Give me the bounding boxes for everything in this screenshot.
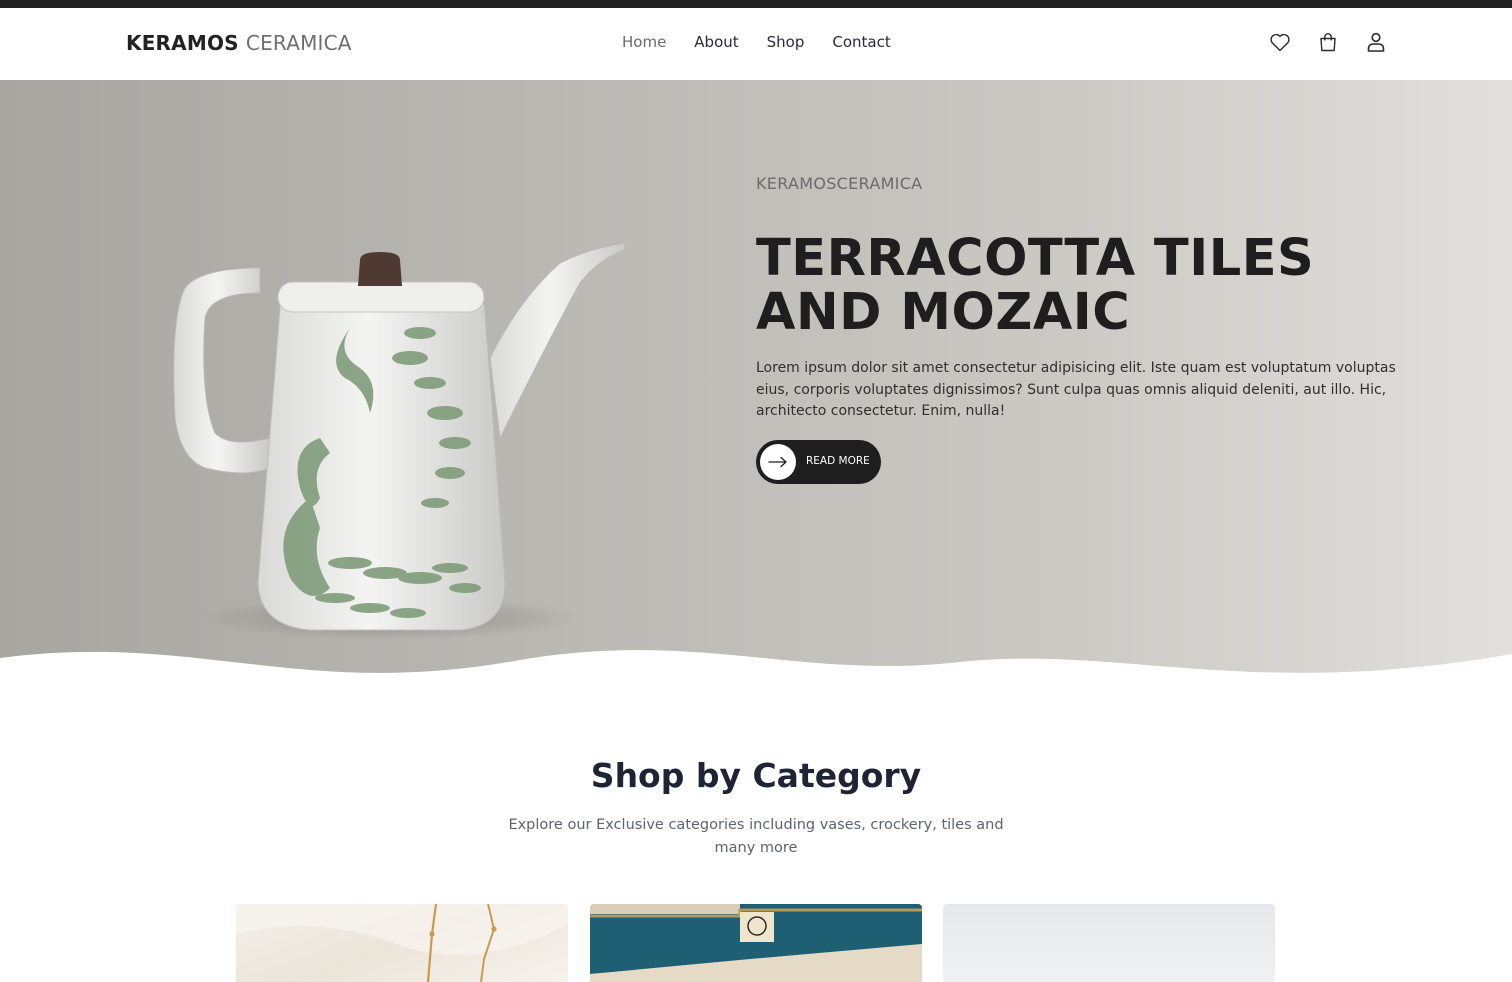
categories-subtitle: Explore our Exclusive categories includi… [508, 817, 1004, 856]
category-card-jewelry[interactable] [236, 904, 568, 982]
brand-logo[interactable]: KERAMOS CERAMICA [126, 31, 352, 55]
category-card-vases[interactable] [943, 904, 1275, 982]
nav-link-shop[interactable]: Shop [767, 33, 805, 51]
nav-link-home[interactable]: Home [622, 33, 666, 51]
arrow-right-icon [760, 444, 796, 480]
hero-wave-divider [0, 650, 1512, 702]
category-image [590, 904, 922, 982]
shopping-bag-icon[interactable] [1316, 30, 1340, 54]
header-actions [1268, 30, 1388, 54]
nav-link-contact[interactable]: Contact [832, 33, 890, 51]
hero-description: Lorem ipsum dolor sit amet consectetur a… [756, 360, 1396, 419]
brand-name-part2: CERAMICA [245, 31, 352, 55]
brand-name-part1: KERAMOS [126, 31, 239, 55]
hero-title: TERRACOTTA TILES AND MOZAIC [756, 229, 1315, 342]
site-header: KERAMOS CERAMICA Home About Shop Contact [0, 8, 1512, 80]
main-nav: Home About Shop Contact [622, 33, 891, 51]
heart-icon[interactable] [1268, 30, 1292, 54]
category-card-tiles[interactable] [590, 904, 922, 982]
category-image [236, 904, 568, 982]
user-icon[interactable] [1364, 30, 1388, 54]
read-more-label: READ MORE [806, 455, 870, 467]
teapot-image [173, 242, 626, 640]
nav-link-about[interactable]: About [694, 33, 738, 51]
hero-eyebrow: KERAMOSCERAMICA [756, 174, 923, 193]
top-strip [0, 0, 1512, 8]
categories-title: Shop by Category [590, 756, 922, 795]
hero-banner: KERAMOSCERAMICA TERRACOTTA TILES AND MOZ… [0, 80, 1512, 702]
read-more-button[interactable]: READ MORE [756, 440, 881, 484]
